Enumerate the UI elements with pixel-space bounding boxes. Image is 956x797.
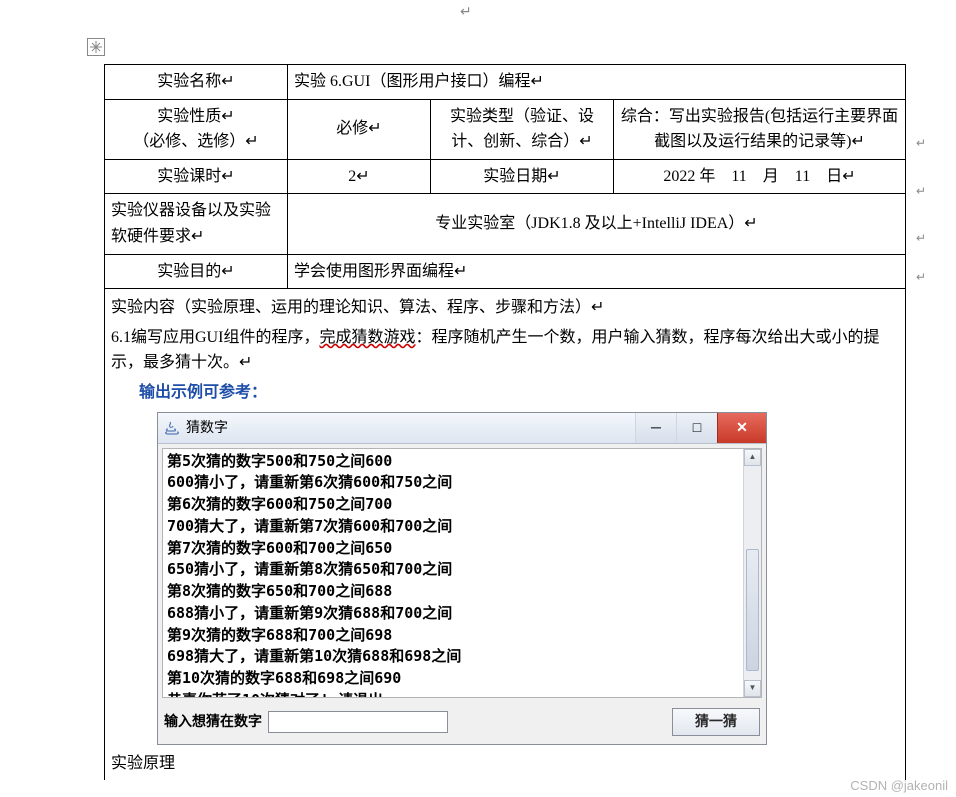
maximize-button[interactable]: □ bbox=[676, 413, 717, 443]
output-line: 650猜小了，请重新第8次猜650和700之间 bbox=[167, 559, 757, 581]
output-line: 第7次猜的数字600和700之间650 bbox=[167, 538, 757, 560]
text: 6.1编写应用GUI组件的程序， bbox=[111, 329, 319, 346]
label-name: 实验名称↵ bbox=[105, 65, 288, 100]
scroll-down-button[interactable]: ▼ bbox=[744, 680, 761, 697]
table-row: 实验目的↵ 学会使用图形界面编程↵ bbox=[105, 254, 906, 289]
table-row: 实验课时↵ 2↵ 实验日期↵ 2022 年 11 月 11 日↵ bbox=[105, 159, 906, 194]
label-purpose: 实验目的↵ bbox=[105, 254, 288, 289]
output-textarea[interactable]: 第5次猜的数字500和750之间600 600猜小了，请重新第6次猜600和75… bbox=[162, 448, 762, 698]
input-label: 输入想猜在数字 bbox=[164, 710, 262, 732]
scroll-up-button[interactable]: ▲ bbox=[744, 449, 761, 466]
label-hours: 实验课时↵ bbox=[105, 159, 288, 194]
value-required: 必修↵ bbox=[288, 99, 431, 159]
close-button[interactable]: ✕ bbox=[717, 413, 766, 443]
margin-mark: ↵ bbox=[916, 136, 926, 151]
minimize-button[interactable]: ─ bbox=[635, 413, 676, 443]
margin-mark: ↵ bbox=[916, 231, 926, 246]
scrollbar[interactable]: ▲ ▼ bbox=[743, 449, 761, 697]
experiment-table: 实验名称↵ 实验 6.GUI（图形用户接口）编程↵ 实验性质↵ （必修、选修）↵… bbox=[104, 64, 906, 780]
bottom-bar: 输入想猜在数字 猜一猜 bbox=[158, 702, 766, 744]
text: 实验性质↵ bbox=[111, 104, 281, 130]
content-body: 6.1编写应用GUI组件的程序，完成猜数游戏：程序随机产生一个数，用户输入猜数，… bbox=[111, 323, 899, 378]
output-lines: 第5次猜的数字500和750之间600 600猜小了，请重新第6次猜600和75… bbox=[163, 449, 761, 698]
cutoff-text: 实验原理 bbox=[111, 751, 899, 777]
value-equipment: 专业实验室（JDK1.8 及以上+IntelliJ IDEA）↵ bbox=[288, 194, 906, 254]
content-heading: 实验内容（实验原理、运用的理论知识、算法、程序、步骤和方法）↵ bbox=[111, 293, 899, 323]
output-line: 第6次猜的数字600和750之间700 bbox=[167, 494, 757, 516]
guess-input[interactable] bbox=[268, 711, 448, 733]
output-line: 第5次猜的数字500和750之间600 bbox=[167, 451, 757, 473]
titlebar[interactable]: 猜数字 ─ □ ✕ bbox=[158, 413, 766, 444]
label-nature: 实验性质↵ （必修、选修）↵ bbox=[105, 99, 288, 159]
value-comprehensive: 综合：写出实验报告(包括运行主要界面截图以及运行结果的记录等)↵ bbox=[614, 99, 906, 159]
guess-button[interactable]: 猜一猜 bbox=[672, 708, 760, 736]
output-line: 恭喜你花了10次猜对了!,请退出 bbox=[167, 690, 757, 698]
output-line: 第8次猜的数字650和700之间688 bbox=[167, 581, 757, 603]
output-line: 600猜小了，请重新第6次猜600和750之间 bbox=[167, 472, 757, 494]
anchor-icon[interactable] bbox=[87, 38, 105, 56]
output-line: 688猜小了，请重新第9次猜688和700之间 bbox=[167, 603, 757, 625]
paragraph-mark: ↵ bbox=[460, 4, 472, 21]
screenshot-window: 猜数字 ─ □ ✕ 第5次猜的数字500和750之间600 600猜小了，请重新… bbox=[157, 412, 767, 745]
example-label: 输出示例可参考： bbox=[139, 384, 267, 401]
java-icon bbox=[164, 420, 180, 436]
table-row: 实验名称↵ 实验 6.GUI（图形用户接口）编程↵ bbox=[105, 65, 906, 100]
scroll-thumb[interactable] bbox=[746, 549, 759, 671]
output-line: 698猜大了，请重新第10次猜688和698之间 bbox=[167, 646, 757, 668]
value-purpose: 学会使用图形界面编程↵ bbox=[288, 254, 906, 289]
output-line: 700猜大了，请重新第7次猜600和700之间 bbox=[167, 516, 757, 538]
text: （必修、选修）↵ bbox=[111, 129, 281, 155]
table-row-content: 实验内容（实验原理、运用的理论知识、算法、程序、步骤和方法）↵ 6.1编写应用G… bbox=[105, 289, 906, 780]
text-underlined: 完成猜数游戏 bbox=[319, 329, 415, 346]
table-row: 实验仪器设备以及实验软硬件要求↵ 专业实验室（JDK1.8 及以上+Intell… bbox=[105, 194, 906, 254]
label-equipment: 实验仪器设备以及实验软硬件要求↵ bbox=[105, 194, 288, 254]
output-line: 第10次猜的数字688和698之间690 bbox=[167, 668, 757, 690]
value-date: 2022 年 11 月 11 日↵ bbox=[614, 159, 906, 194]
table-row: 实验性质↵ （必修、选修）↵ 必修↵ 实验类型（验证、设计、创新、综合）↵ 综合… bbox=[105, 99, 906, 159]
output-line: 第9次猜的数字688和700之间698 bbox=[167, 625, 757, 647]
margin-mark: ↵ bbox=[916, 270, 926, 285]
watermark: CSDN @jakeonil bbox=[850, 778, 948, 793]
label-date: 实验日期↵ bbox=[431, 159, 614, 194]
margin-mark: ↵ bbox=[916, 184, 926, 199]
window-title: 猜数字 bbox=[186, 416, 228, 438]
value-hours: 2↵ bbox=[288, 159, 431, 194]
label-type: 实验类型（验证、设计、创新、综合）↵ bbox=[431, 99, 614, 159]
value-name: 实验 6.GUI（图形用户接口）编程↵ bbox=[288, 65, 906, 100]
